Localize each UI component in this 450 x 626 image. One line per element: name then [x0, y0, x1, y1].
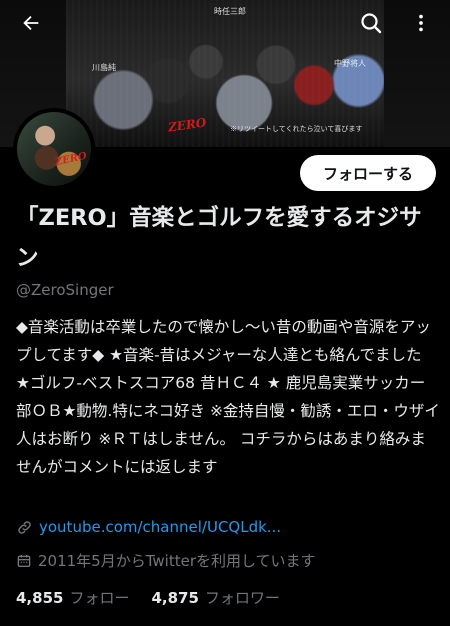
banner-caption-right: 中野将人	[334, 59, 366, 68]
following-link[interactable]: 4,855 フォロー	[16, 587, 129, 608]
followers-link[interactable]: 4,875 フォロワー	[151, 587, 279, 608]
link-url[interactable]: youtube.com/channel/UCQLdk...	[39, 518, 281, 536]
calendar-icon	[17, 554, 31, 567]
followers-count: 4,875	[151, 589, 199, 607]
back-button[interactable]	[14, 6, 48, 40]
profile-avatar[interactable]: ZERO	[13, 108, 95, 190]
following-label: フォロー	[69, 589, 130, 607]
avatar-logo: ZERO	[54, 150, 88, 169]
profile-link[interactable]: youtube.com/channel/UCQLdk...	[16, 518, 281, 536]
follow-stats: 4,855 フォロー 4,875 フォロワー	[16, 587, 280, 608]
banner-caption-top: 時任三郎	[214, 7, 246, 16]
profile-bio: ◆音楽活動は卒業したので懐かし〜い昔の動画や音源をアップしてます◆ ★音楽-昔は…	[16, 318, 440, 476]
link-icon	[18, 520, 31, 534]
banner-caption-left: 川島純	[92, 63, 116, 72]
followers-label: フォロワー	[204, 589, 280, 607]
more-button[interactable]	[404, 6, 438, 40]
search-button[interactable]	[354, 6, 388, 40]
joined-date-text: 2011年5月からTwitterを利用しています	[38, 552, 316, 570]
more-vertical-icon	[419, 14, 423, 32]
follow-button[interactable]: フォローする	[300, 155, 436, 191]
avatar-image: ZERO	[17, 112, 91, 186]
arrow-left-icon	[23, 15, 39, 31]
following-count: 4,855	[16, 589, 64, 607]
search-icon	[361, 13, 382, 34]
banner-caption-bottom: ※リツイートしてくれたら泣いて喜びます	[230, 125, 363, 133]
joined-date-row: 2011年5月からTwitterを利用しています	[16, 550, 316, 571]
display-name: 「ZERO」音楽とゴルフを愛するオジサン	[16, 205, 422, 271]
user-handle: @ZeroSinger	[16, 281, 114, 299]
